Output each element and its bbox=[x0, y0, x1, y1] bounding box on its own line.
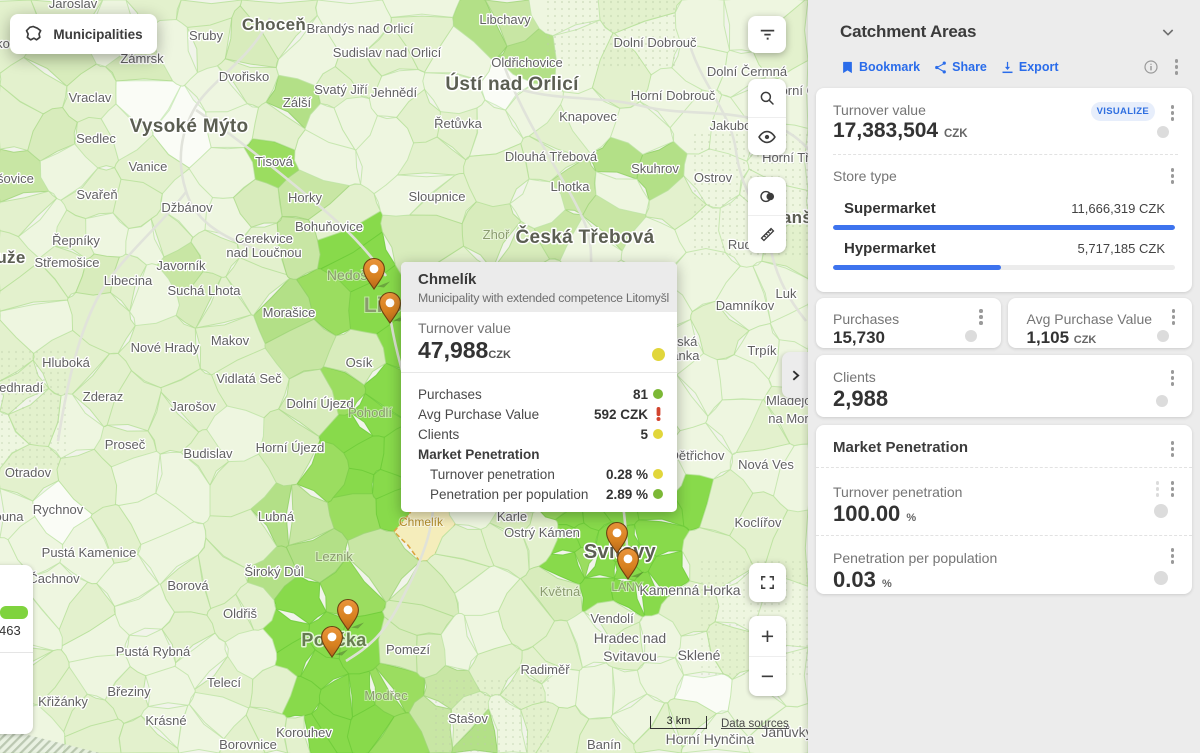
svg-text:Choceň: Choceň bbox=[242, 15, 306, 34]
svg-text:Lhotka: Lhotka bbox=[550, 179, 590, 194]
svg-text:Vendolí: Vendolí bbox=[590, 611, 634, 626]
svg-text:uže: uže bbox=[0, 248, 26, 267]
svg-text:Česká Třebová: Česká Třebová bbox=[515, 226, 654, 248]
svg-text:Pustá Rybná: Pustá Rybná bbox=[116, 644, 191, 659]
svg-text:Zálší: Zálší bbox=[283, 95, 312, 110]
svg-text:Skuhrov: Skuhrov bbox=[631, 161, 679, 176]
svg-text:Trpík: Trpík bbox=[747, 343, 777, 358]
svg-text:Borovnice: Borovnice bbox=[219, 737, 277, 752]
svg-text:Nové Hrady: Nové Hrady bbox=[131, 340, 200, 355]
svg-text:išovice: išovice bbox=[0, 171, 34, 186]
svg-text:Řetůvka: Řetůvka bbox=[434, 116, 482, 131]
svg-text:Svitavou: Svitavou bbox=[603, 648, 657, 664]
svg-text:Sudislav nad Orlicí: Sudislav nad Orlicí bbox=[333, 45, 442, 60]
svg-text:Sruby: Sruby bbox=[189, 28, 223, 43]
svg-text:Jarošov: Jarošov bbox=[170, 399, 216, 414]
svg-text:Dlouhá Třebová: Dlouhá Třebová bbox=[505, 149, 598, 164]
svg-text:Stašov: Stašov bbox=[448, 711, 488, 726]
svg-text:Damníkov: Damníkov bbox=[716, 298, 775, 313]
svg-text:Džbánov: Džbánov bbox=[161, 200, 213, 215]
svg-text:Pustá Kamenice: Pustá Kamenice bbox=[42, 545, 137, 560]
svg-text:Modřec: Modřec bbox=[364, 688, 408, 703]
svg-text:Telecí: Telecí bbox=[207, 675, 241, 690]
svg-text:Květná: Květná bbox=[540, 584, 581, 599]
svg-text:Široký Důl: Široký Důl bbox=[244, 564, 303, 579]
svg-text:Hluboká: Hluboká bbox=[42, 355, 90, 370]
svg-text:Otradov: Otradov bbox=[5, 465, 52, 480]
svg-text:Libecina: Libecina bbox=[104, 273, 153, 288]
svg-text:Zhoř: Zhoř bbox=[483, 227, 510, 242]
svg-text:Morašice: Morašice bbox=[263, 305, 316, 320]
svg-text:Suchá Lhota: Suchá Lhota bbox=[167, 283, 241, 298]
svg-text:ředhradí: ředhradí bbox=[0, 380, 44, 395]
svg-text:Ostrý Kámen: Ostrý Kámen bbox=[504, 525, 580, 540]
svg-text:Nová Ves: Nová Ves bbox=[738, 457, 794, 472]
svg-text:Jehnědí: Jehnědí bbox=[371, 85, 418, 100]
svg-text:Sedlec: Sedlec bbox=[76, 131, 116, 146]
svg-text:Borová: Borová bbox=[167, 578, 209, 593]
svg-text:Lubná: Lubná bbox=[258, 509, 295, 524]
svg-text:Libchavy: Libchavy bbox=[479, 12, 531, 27]
svg-text:Dolní Dobrouč: Dolní Dobrouč bbox=[613, 35, 697, 50]
svg-text:Svařeň: Svařeň bbox=[76, 187, 117, 202]
svg-text:Svatý Jiří: Svatý Jiří bbox=[314, 82, 368, 97]
svg-text:Zderaz: Zderaz bbox=[83, 389, 123, 404]
svg-text:Rychnov: Rychnov bbox=[33, 502, 84, 517]
svg-text:Tisová: Tisová bbox=[255, 154, 294, 169]
svg-text:Oldřichovice: Oldřichovice bbox=[491, 55, 563, 70]
svg-text:Pomezí: Pomezí bbox=[386, 642, 430, 657]
svg-text:Brandýs nad Orlicí: Brandýs nad Orlicí bbox=[307, 21, 414, 36]
svg-text:nad Loučnou: nad Loučnou bbox=[226, 245, 301, 260]
svg-text:Horky: Horky bbox=[288, 190, 322, 205]
svg-text:Chmelík: Chmelík bbox=[399, 515, 444, 529]
svg-text:Osík: Osík bbox=[346, 355, 373, 370]
svg-text:Cerekvice: Cerekvice bbox=[235, 231, 293, 246]
svg-text:Kamenná Horka: Kamenná Horka bbox=[639, 582, 740, 598]
svg-text:Ústí nad Orlicí: Ústí nad Orlicí bbox=[445, 73, 579, 95]
svg-text:Sklené: Sklené bbox=[678, 647, 721, 663]
svg-text:Březiny: Březiny bbox=[107, 684, 151, 699]
svg-text:Javorník: Javorník bbox=[156, 258, 206, 273]
svg-text:Horní Dobrouč: Horní Dobrouč bbox=[631, 88, 716, 103]
svg-text:Luk: Luk bbox=[776, 286, 797, 301]
svg-text:Proseč: Proseč bbox=[105, 437, 146, 452]
svg-text:Hradec nad: Hradec nad bbox=[594, 630, 666, 646]
svg-text:Vraclav: Vraclav bbox=[69, 90, 112, 105]
svg-text:Čachnov: Čachnov bbox=[28, 571, 80, 586]
svg-text:Křižánky: Křižánky bbox=[38, 694, 88, 709]
svg-text:Makov: Makov bbox=[211, 333, 250, 348]
svg-text:Sloupnice: Sloupnice bbox=[408, 189, 465, 204]
svg-text:ouna: ouna bbox=[0, 509, 24, 524]
svg-text:Střemošice: Střemošice bbox=[34, 255, 99, 270]
svg-text:ko: ko bbox=[0, 36, 10, 51]
svg-text:Řepníky: Řepníky bbox=[52, 233, 100, 248]
svg-text:Horní Újezd: Horní Újezd bbox=[256, 440, 325, 455]
svg-text:Jaroslav: Jaroslav bbox=[49, 0, 98, 11]
svg-text:Vanice: Vanice bbox=[129, 159, 168, 174]
svg-text:Vysoké Mýto: Vysoké Mýto bbox=[130, 116, 249, 137]
svg-text:Dvořisko: Dvořisko bbox=[219, 69, 270, 84]
svg-text:Horní Hynčina: Horní Hynčina bbox=[666, 731, 755, 747]
svg-text:Korouhev: Korouhev bbox=[276, 725, 332, 740]
svg-text:Koclířov: Koclířov bbox=[735, 515, 782, 530]
svg-text:Vidlatá Seč: Vidlatá Seč bbox=[216, 371, 282, 386]
svg-text:Bohuňovice: Bohuňovice bbox=[295, 219, 363, 234]
svg-text:Dolní Čermná: Dolní Čermná bbox=[707, 64, 788, 79]
svg-text:Leznik: Leznik bbox=[315, 549, 353, 564]
svg-text:Knapovec: Knapovec bbox=[559, 109, 617, 124]
svg-text:LÁNY: LÁNY bbox=[611, 579, 642, 594]
svg-text:Budislav: Budislav bbox=[183, 446, 233, 461]
svg-text:Krásné: Krásné bbox=[145, 713, 186, 728]
svg-text:Ostrov: Ostrov bbox=[694, 170, 733, 185]
svg-text:Oldřiš: Oldřiš bbox=[223, 606, 257, 621]
svg-text:Pohodlí: Pohodlí bbox=[348, 405, 392, 420]
svg-text:Banín: Banín bbox=[587, 737, 621, 752]
svg-text:Dolní Újezd: Dolní Újezd bbox=[286, 396, 353, 411]
svg-text:Radiměř: Radiměř bbox=[520, 662, 570, 677]
svg-text:Dětřichov: Dětřichov bbox=[670, 448, 725, 463]
